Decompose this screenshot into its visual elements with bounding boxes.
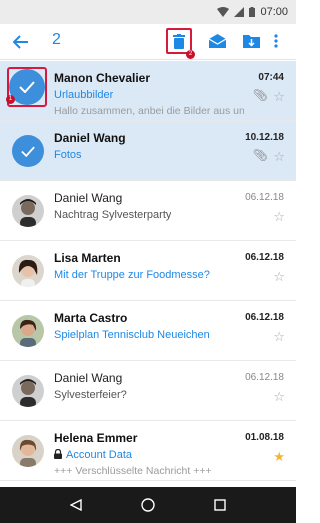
avatar[interactable] [12, 315, 44, 347]
paperclip-icon: 📎︎ [252, 148, 268, 162]
message-list: 1 Manon Chevalier Urlaubbilder Hallo zus… [0, 61, 296, 481]
star-filled-icon[interactable]: ★ [273, 449, 285, 465]
star-icon[interactable]: ☆ [273, 389, 285, 405]
system-nav-bar [0, 487, 296, 523]
message-date: 01.08.18 [245, 432, 284, 443]
sender-name: Manon Chevalier [54, 71, 151, 85]
message-row-2[interactable]: Daniel Wang Nachtrag Sylvesterparty 06.1… [0, 181, 296, 241]
message-subject: Spielplan Tennisclub Neueichen [54, 329, 210, 341]
message-date: 06.12.18 [245, 192, 284, 203]
sender-name: Daniel Wang [54, 371, 123, 385]
nav-back-icon[interactable] [69, 499, 82, 511]
message-row-6[interactable]: Helena Emmer Account Data +++ Verschlüss… [0, 421, 296, 481]
message-date: 06.12.18 [245, 372, 284, 383]
star-icon[interactable]: ☆ [273, 149, 285, 165]
avatar[interactable] [12, 375, 44, 407]
message-subject: Fotos [54, 149, 82, 161]
avatar[interactable] [12, 195, 44, 227]
move-to-folder-button[interactable] [238, 28, 264, 54]
paperclip-icon: 📎︎ [252, 88, 268, 102]
selected-count: 2 [52, 31, 61, 48]
message-date: 07:44 [258, 72, 284, 83]
selected-check-avatar[interactable] [12, 135, 44, 167]
message-row-3[interactable]: Lisa Marten Mit der Truppe zur Foodmesse… [0, 241, 296, 301]
mark-read-button[interactable] [204, 28, 230, 54]
message-row-0[interactable]: 1 Manon Chevalier Urlaubbilder Hallo zus… [0, 61, 296, 121]
sender-name: Helena Emmer [54, 431, 138, 445]
annotation-marker-row: 1 [6, 95, 15, 104]
message-subject: Nachtrag Sylvesterparty [54, 209, 172, 221]
star-icon[interactable]: ☆ [273, 89, 285, 105]
trash-icon [173, 33, 185, 49]
checkmark-icon [19, 81, 35, 93]
nav-home-icon[interactable] [141, 498, 155, 512]
message-row-1[interactable]: Daniel Wang Fotos 10.12.18 📎︎ ☆ [0, 121, 296, 181]
checkmark-icon [21, 146, 35, 157]
star-icon[interactable]: ☆ [273, 209, 285, 225]
message-row-5[interactable]: Daniel Wang Sylvesterfeier? 06.12.18 ☆ [0, 361, 296, 421]
message-preview: Hallo zusammen, anbei die Bilder aus uns… [54, 105, 244, 117]
annotation-marker-top: 2 [186, 50, 195, 59]
message-subject: Sylvesterfeier? [54, 389, 127, 401]
avatar[interactable] [12, 435, 44, 467]
message-date: 06.12.18 [245, 252, 284, 263]
message-date: 10.12.18 [245, 132, 284, 143]
envelope-open-icon [208, 34, 226, 48]
message-subject: Mit der Truppe zur Foodmesse? [54, 269, 210, 281]
message-row-4[interactable]: Marta Castro Spielplan Tennisclub Neueic… [0, 301, 296, 361]
nav-recents-icon[interactable] [214, 499, 227, 511]
folder-download-icon [242, 35, 260, 48]
avatar[interactable] [12, 255, 44, 287]
sender-name: Daniel Wang [54, 191, 123, 205]
star-icon[interactable]: ☆ [273, 329, 285, 345]
sender-name: Marta Castro [54, 311, 128, 325]
sender-name: Daniel Wang [54, 131, 126, 145]
status-time: 07:00 [260, 6, 288, 18]
back-arrow-icon[interactable] [8, 30, 34, 54]
wifi-icon [217, 7, 230, 17]
message-date: 06.12.18 [245, 312, 284, 323]
star-icon[interactable]: ☆ [273, 269, 285, 285]
signal-icon [234, 7, 245, 17]
status-bar: 07:00 [0, 0, 296, 24]
battery-icon [249, 7, 256, 17]
message-preview: +++ Verschlüsselte Nachricht +++ [54, 465, 212, 477]
message-subject: Urlaubbilder [54, 89, 114, 101]
message-subject: Account Data [66, 449, 133, 461]
sender-name: Lisa Marten [54, 251, 121, 265]
lock-icon [54, 448, 62, 462]
more-vert-icon[interactable] [268, 28, 284, 54]
selection-app-bar: 2 2 [0, 24, 296, 60]
